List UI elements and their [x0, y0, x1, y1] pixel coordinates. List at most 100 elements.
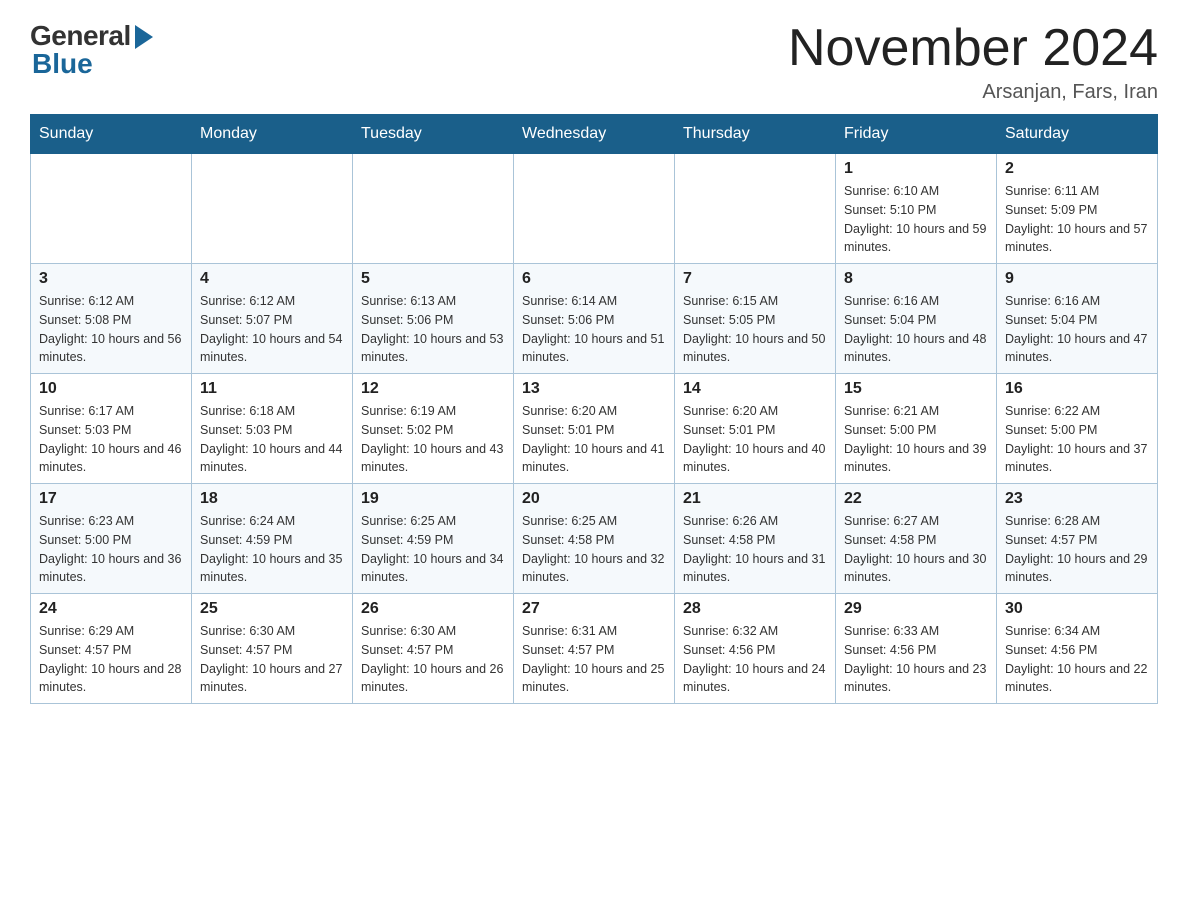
calendar-cell: 8 Sunrise: 6:16 AMSunset: 5:04 PMDaylight…	[836, 264, 997, 374]
weekday-header-thursday: Thursday	[675, 115, 836, 154]
day-number: 19	[361, 490, 505, 508]
calendar-table: SundayMondayTuesdayWednesdayThursdayFrid…	[30, 114, 1158, 704]
calendar-cell	[514, 154, 675, 264]
day-number: 14	[683, 380, 827, 398]
day-number: 20	[522, 490, 666, 508]
calendar-cell: 17 Sunrise: 6:23 AMSunset: 5:00 PMDayligh…	[31, 484, 192, 594]
day-info: Sunrise: 6:11 AMSunset: 5:09 PMDaylight:…	[1005, 182, 1149, 257]
day-number: 10	[39, 380, 183, 398]
day-info: Sunrise: 6:27 AMSunset: 4:58 PMDaylight:…	[844, 512, 988, 587]
day-number: 5	[361, 270, 505, 288]
day-info: Sunrise: 6:31 AMSunset: 4:57 PMDaylight:…	[522, 622, 666, 697]
calendar-cell: 21Sunrise: 6:26 AMSunset: 4:58 PMDayligh…	[675, 484, 836, 594]
calendar-cell: 16 Sunrise: 6:22 AMSunset: 5:00 PMDayligh…	[997, 374, 1158, 484]
day-info: Sunrise: 6:12 AMSunset: 5:07 PMDaylight:…	[200, 292, 344, 367]
calendar-cell: 11 Sunrise: 6:18 AMSunset: 5:03 PMDayligh…	[192, 374, 353, 484]
calendar-cell: 30 Sunrise: 6:34 AMSunset: 4:56 PMDayligh…	[997, 594, 1158, 704]
day-number: 22	[844, 490, 988, 508]
day-info: Sunrise: 6:18 AMSunset: 5:03 PMDaylight:…	[200, 402, 344, 477]
calendar-week-row: 1Sunrise: 6:10 AMSunset: 5:10 PMDaylight…	[31, 154, 1158, 264]
day-info: Sunrise: 6:33 AMSunset: 4:56 PMDaylight:…	[844, 622, 988, 697]
day-number: 26	[361, 600, 505, 618]
day-number: 7	[683, 270, 827, 288]
weekday-header-saturday: Saturday	[997, 115, 1158, 154]
calendar-cell: 29 Sunrise: 6:33 AMSunset: 4:56 PMDayligh…	[836, 594, 997, 704]
day-info: Sunrise: 6:16 AMSunset: 5:04 PMDaylight:…	[844, 292, 988, 367]
calendar-cell: 20 Sunrise: 6:25 AMSunset: 4:58 PMDayligh…	[514, 484, 675, 594]
day-number: 3	[39, 270, 183, 288]
day-info: Sunrise: 6:21 AMSunset: 5:00 PMDaylight:…	[844, 402, 988, 477]
day-info: Sunrise: 6:10 AMSunset: 5:10 PMDaylight:…	[844, 182, 988, 257]
logo-blue-text: Blue	[30, 48, 93, 80]
calendar-cell: 27 Sunrise: 6:31 AMSunset: 4:57 PMDayligh…	[514, 594, 675, 704]
calendar-cell: 26 Sunrise: 6:30 AMSunset: 4:57 PMDayligh…	[353, 594, 514, 704]
day-number: 15	[844, 380, 988, 398]
day-number: 17	[39, 490, 183, 508]
day-info: Sunrise: 6:25 AMSunset: 4:58 PMDaylight:…	[522, 512, 666, 587]
calendar-cell: 4 Sunrise: 6:12 AMSunset: 5:07 PMDaylight…	[192, 264, 353, 374]
weekday-header-wednesday: Wednesday	[514, 115, 675, 154]
day-info: Sunrise: 6:30 AMSunset: 4:57 PMDaylight:…	[200, 622, 344, 697]
day-info: Sunrise: 6:16 AMSunset: 5:04 PMDaylight:…	[1005, 292, 1149, 367]
day-number: 23	[1005, 490, 1149, 508]
day-number: 13	[522, 380, 666, 398]
calendar-week-row: 10 Sunrise: 6:17 AMSunset: 5:03 PMDayligh…	[31, 374, 1158, 484]
calendar-cell: 14 Sunrise: 6:20 AMSunset: 5:01 PMDayligh…	[675, 374, 836, 484]
calendar-cell: 22 Sunrise: 6:27 AMSunset: 4:58 PMDayligh…	[836, 484, 997, 594]
day-info: Sunrise: 6:23 AMSunset: 5:00 PMDaylight:…	[39, 512, 183, 587]
calendar-cell: 2 Sunrise: 6:11 AMSunset: 5:09 PMDaylight…	[997, 154, 1158, 264]
day-info: Sunrise: 6:24 AMSunset: 4:59 PMDaylight:…	[200, 512, 344, 587]
day-info: Sunrise: 6:32 AMSunset: 4:56 PMDaylight:…	[683, 622, 827, 697]
location-text: Arsanjan, Fars, Iran	[788, 81, 1158, 104]
weekday-header-tuesday: Tuesday	[353, 115, 514, 154]
day-info: Sunrise: 6:29 AMSunset: 4:57 PMDaylight:…	[39, 622, 183, 697]
calendar-cell: 25 Sunrise: 6:30 AMSunset: 4:57 PMDayligh…	[192, 594, 353, 704]
day-number: 12	[361, 380, 505, 398]
day-info: Sunrise: 6:14 AMSunset: 5:06 PMDaylight:…	[522, 292, 666, 367]
logo-arrow-icon	[135, 25, 153, 49]
day-number: 16	[1005, 380, 1149, 398]
calendar-cell: 6 Sunrise: 6:14 AMSunset: 5:06 PMDaylight…	[514, 264, 675, 374]
page-header: General Blue November 2024 Arsanjan, Far…	[30, 20, 1158, 104]
day-info: Sunrise: 6:34 AMSunset: 4:56 PMDaylight:…	[1005, 622, 1149, 697]
weekday-header-monday: Monday	[192, 115, 353, 154]
calendar-cell: 18Sunrise: 6:24 AMSunset: 4:59 PMDayligh…	[192, 484, 353, 594]
day-number: 8	[844, 270, 988, 288]
calendar-cell: 12 Sunrise: 6:19 AMSunset: 5:02 PMDayligh…	[353, 374, 514, 484]
day-info: Sunrise: 6:20 AMSunset: 5:01 PMDaylight:…	[683, 402, 827, 477]
calendar-cell: 3 Sunrise: 6:12 AMSunset: 5:08 PMDaylight…	[31, 264, 192, 374]
calendar-cell	[675, 154, 836, 264]
day-number: 9	[1005, 270, 1149, 288]
calendar-week-row: 24Sunrise: 6:29 AMSunset: 4:57 PMDayligh…	[31, 594, 1158, 704]
calendar-cell	[353, 154, 514, 264]
calendar-cell	[192, 154, 353, 264]
day-number: 6	[522, 270, 666, 288]
calendar-cell: 24Sunrise: 6:29 AMSunset: 4:57 PMDayligh…	[31, 594, 192, 704]
day-number: 2	[1005, 160, 1149, 178]
calendar-cell: 15 Sunrise: 6:21 AMSunset: 5:00 PMDayligh…	[836, 374, 997, 484]
day-number: 29	[844, 600, 988, 618]
day-number: 27	[522, 600, 666, 618]
weekday-header-row: SundayMondayTuesdayWednesdayThursdayFrid…	[31, 115, 1158, 154]
calendar-cell: 7Sunrise: 6:15 AMSunset: 5:05 PMDaylight…	[675, 264, 836, 374]
logo: General Blue	[30, 20, 153, 80]
day-info: Sunrise: 6:28 AMSunset: 4:57 PMDaylight:…	[1005, 512, 1149, 587]
calendar-cell: 1Sunrise: 6:10 AMSunset: 5:10 PMDaylight…	[836, 154, 997, 264]
day-number: 30	[1005, 600, 1149, 618]
day-info: Sunrise: 6:12 AMSunset: 5:08 PMDaylight:…	[39, 292, 183, 367]
calendar-cell: 10 Sunrise: 6:17 AMSunset: 5:03 PMDayligh…	[31, 374, 192, 484]
day-number: 25	[200, 600, 344, 618]
day-info: Sunrise: 6:22 AMSunset: 5:00 PMDaylight:…	[1005, 402, 1149, 477]
calendar-cell: 5Sunrise: 6:13 AMSunset: 5:06 PMDaylight…	[353, 264, 514, 374]
day-info: Sunrise: 6:30 AMSunset: 4:57 PMDaylight:…	[361, 622, 505, 697]
day-info: Sunrise: 6:17 AMSunset: 5:03 PMDaylight:…	[39, 402, 183, 477]
day-info: Sunrise: 6:19 AMSunset: 5:02 PMDaylight:…	[361, 402, 505, 477]
month-title: November 2024	[788, 20, 1158, 77]
calendar-cell: 28 Sunrise: 6:32 AMSunset: 4:56 PMDayligh…	[675, 594, 836, 704]
day-number: 4	[200, 270, 344, 288]
day-number: 28	[683, 600, 827, 618]
calendar-cell: 19Sunrise: 6:25 AMSunset: 4:59 PMDayligh…	[353, 484, 514, 594]
calendar-cell: 23 Sunrise: 6:28 AMSunset: 4:57 PMDayligh…	[997, 484, 1158, 594]
day-number: 11	[200, 380, 344, 398]
day-info: Sunrise: 6:20 AMSunset: 5:01 PMDaylight:…	[522, 402, 666, 477]
